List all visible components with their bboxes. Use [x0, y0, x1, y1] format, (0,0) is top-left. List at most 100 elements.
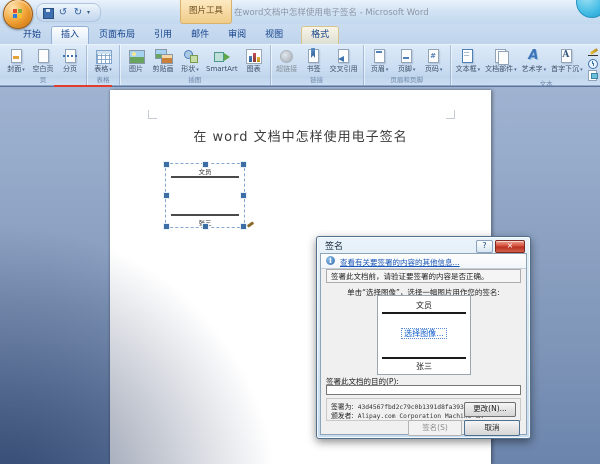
ribbon-button-label: 交叉引用 — [330, 65, 358, 73]
tab-插入[interactable]: 插入 — [51, 26, 89, 44]
preview-role-label: 文员 — [378, 300, 470, 311]
ribbon-button-页脚[interactable]: 页脚 — [394, 47, 420, 75]
ribbon-button-超链接[interactable]: 超链接 — [274, 47, 300, 74]
chart-icon — [245, 48, 262, 64]
ribbon-button-label: 封面 — [7, 65, 25, 74]
bookmark-icon — [305, 48, 322, 64]
dialog-content: i 查看有关要签署的内容的其他信息... 签署此文档前，请验证要签署的内容是否正… — [320, 253, 527, 435]
tab-审阅[interactable]: 审阅 — [219, 27, 255, 44]
help-icon[interactable]: ? — [476, 240, 493, 253]
tab-格式[interactable]: 格式 — [301, 26, 339, 44]
ribbon-button-label: 空白页 — [33, 65, 54, 73]
annotation-underline — [54, 85, 112, 87]
ribbon-button-label: 剪贴画 — [153, 65, 174, 73]
tab-视图[interactable]: 视图 — [256, 27, 292, 44]
ribbon-button-形状[interactable]: 形状 — [177, 47, 203, 75]
title-bar: ↺ ↻ ▾ 图片工具 在word文档中怎样使用电子签名 - Microsoft … — [0, 0, 600, 25]
ribbon-button-图片[interactable]: 图片 — [123, 47, 149, 74]
tab-页面布局[interactable]: 页面布局 — [90, 27, 144, 44]
ribbon-button-艺术字[interactable]: 艺术字 — [520, 47, 549, 75]
table-icon — [95, 48, 112, 64]
ribbon: 封面空白页分页页表格表格图片剪贴画形状SmartArt图表插图超链接书签交叉引用… — [0, 44, 600, 86]
ribbon-group-链接: 超链接书签交叉引用链接 — [271, 45, 364, 85]
dropcap-icon — [558, 48, 575, 64]
signature-dialog: 签名 ? × i 查看有关要签署的内容的其他信息... 签署此文档前，请验证要签… — [316, 236, 531, 439]
ribbon-button-label: 页码 — [425, 65, 443, 74]
redo-icon[interactable]: ↻ — [72, 7, 84, 19]
change-button[interactable]: 更改(N)... — [464, 402, 516, 417]
ribbon-button-label: 表格 — [94, 65, 112, 74]
tab-开始[interactable]: 开始 — [14, 27, 50, 44]
window-title: 在word文档中怎样使用电子签名 - Microsoft Word — [234, 6, 429, 18]
smartart-icon — [213, 48, 230, 64]
ribbon-button-签名行[interactable]: 签名行 — [586, 48, 600, 58]
document-area: 在 word 文档中怎样使用电子签名 文员 张三 签名 ? × — [0, 87, 600, 464]
ribbon-button-label: 图表 — [247, 65, 261, 73]
qat-customize-dropdown-icon[interactable]: ▾ — [87, 9, 95, 16]
select-image-link[interactable]: 选择图像... — [401, 328, 447, 339]
ribbon-button-SmartArt[interactable]: SmartArt — [204, 47, 240, 74]
ribbon-button-交叉引用[interactable]: 交叉引用 — [328, 47, 360, 74]
ribbon-button-label: 形状 — [181, 65, 199, 74]
ribbon-button-表格[interactable]: 表格 — [90, 47, 116, 75]
word-window: ↺ ↻ ▾ 图片工具 在word文档中怎样使用电子签名 - Microsoft … — [0, 0, 600, 464]
certificate-box: 签署为:43d4567fbd2c79c0b1391d8fa3931ac4 颁发者… — [326, 398, 521, 421]
info-icon: i — [326, 256, 335, 265]
tab-bar: 开始插入页面布局引用邮件审阅视图格式 — [0, 24, 600, 44]
close-icon[interactable]: × — [495, 240, 525, 253]
ribbon-button-页码[interactable]: 页码 — [421, 47, 447, 75]
ribbon-button-日期和时间[interactable]: 日期和时间 — [586, 59, 600, 69]
more-info-link[interactable]: 查看有关要签署的内容的其他信息... — [340, 257, 460, 268]
quick-access-toolbar: ↺ ↻ ▾ — [36, 3, 101, 22]
ribbon-button-文本框[interactable]: 文本框 — [454, 47, 483, 75]
ribbon-group-label: 链接 — [271, 76, 363, 85]
ribbon-button-封面[interactable]: 封面 — [3, 47, 29, 75]
ribbon-group-label: 页眉和页脚 — [364, 76, 450, 85]
ribbon-button-label: 首字下沉 — [551, 65, 583, 74]
signature-icon — [588, 48, 600, 58]
issuer-row: 颁发者:Alipay.com Corporation Machine CA — [331, 410, 483, 420]
ribbon-button-分页[interactable]: 分页 — [57, 47, 83, 74]
quickparts-icon — [492, 48, 509, 64]
ribbon-button-首字下沉[interactable]: 首字下沉 — [549, 47, 585, 75]
ribbon-group-文本: 文本框文档部件艺术字首字下沉签名行日期和时间对象文本 — [451, 45, 600, 85]
footer-icon — [398, 48, 415, 64]
ribbon-button-空白页[interactable]: 空白页 — [30, 47, 56, 74]
ribbon-button-label: 超链接 — [276, 65, 297, 73]
ribbon-button-label: 艺术字 — [522, 65, 547, 74]
office-logo-icon — [13, 9, 17, 13]
ribbon-button-label: 分页 — [63, 65, 77, 73]
textbox-icon — [459, 48, 476, 64]
ribbon-group-label: 插图 — [120, 76, 270, 85]
ribbon-button-label: 文本框 — [456, 65, 481, 74]
signature-preview-box: 文员 选择图像... 张三 — [377, 295, 471, 375]
undo-icon[interactable]: ↺ — [57, 7, 69, 19]
ribbon-group-插图: 图片 剪贴画形状 SmartArt 图表插图 — [120, 45, 271, 85]
ribbon-button-对象[interactable]: 对象 — [586, 70, 600, 80]
ribbon-button-label: 图片 — [129, 65, 143, 73]
info-bar: i 查看有关要签署的内容的其他信息... — [321, 254, 526, 269]
verify-message: 签署此文档前，请验证要签署的内容是否正确。 — [326, 269, 521, 283]
ribbon-button-书签[interactable]: 书签 — [301, 47, 327, 74]
ribbon-group-表格: 表格表格 — [87, 45, 120, 85]
ribbon-button-页眉[interactable]: 页眉 — [367, 47, 393, 75]
clipart-icon — [155, 48, 172, 64]
ribbon-button-文档部件[interactable]: 文档部件 — [483, 47, 519, 75]
save-icon[interactable] — [42, 7, 54, 19]
datetime-icon — [588, 59, 600, 69]
hyperlink-icon — [278, 48, 295, 64]
ribbon-button-label: 页眉 — [371, 65, 389, 74]
purpose-input[interactable] — [326, 385, 521, 395]
office-button[interactable] — [3, 0, 33, 29]
dialog-title: 签名 — [325, 239, 343, 252]
ribbon-group-页: 封面空白页分页页 — [0, 45, 87, 85]
cancel-button[interactable]: 取消 — [464, 420, 520, 436]
tab-邮件[interactable]: 邮件 — [182, 27, 218, 44]
ribbon-button-图表[interactable]: 图表 — [241, 47, 267, 74]
ribbon-button-剪贴画[interactable]: 剪贴画 — [150, 47, 176, 74]
tab-引用[interactable]: 引用 — [145, 27, 181, 44]
ribbon-button-label: 页脚 — [398, 65, 416, 74]
wordart-icon — [525, 48, 542, 64]
ribbon-button-label: SmartArt — [206, 65, 238, 73]
sign-button[interactable]: 签名(S) — [408, 420, 462, 436]
